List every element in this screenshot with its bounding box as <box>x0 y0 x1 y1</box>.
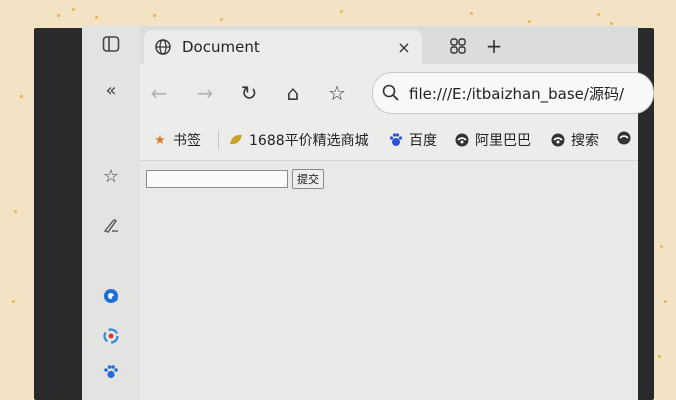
favorite-item-search[interactable]: 搜索 <box>550 130 599 150</box>
1688-icon <box>228 132 244 148</box>
favorite-item-alibaba[interactable]: 阿里巴巴 <box>454 130 531 150</box>
tab-actions-icon[interactable] <box>446 34 470 58</box>
paw-app-icon[interactable] <box>82 358 140 386</box>
navigation-toolbar: ← → ↻ ⌂ ☆ file:///E:/itbaizhan_base/源码/ <box>140 64 654 120</box>
forward-button[interactable]: → <box>192 80 218 106</box>
new-tab-button[interactable]: + <box>482 34 506 58</box>
search-engine-icon <box>550 132 566 148</box>
q-app-icon[interactable] <box>82 282 140 310</box>
alibaba-icon <box>454 132 470 148</box>
back-button[interactable]: ← <box>146 80 172 106</box>
globe-icon <box>155 39 171 55</box>
page-content: 提交 <box>140 161 638 400</box>
submit-button[interactable]: 提交 <box>292 169 324 189</box>
favorites-divider <box>218 130 219 150</box>
favorite-item-more[interactable] <box>616 130 637 146</box>
close-tab-icon[interactable]: × <box>392 38 416 57</box>
home-button[interactable]: ⌂ <box>280 80 306 106</box>
pen-icon[interactable] <box>82 212 140 240</box>
tab-title: Document <box>182 38 260 56</box>
browser-sidebar: « ☆ <box>82 26 141 400</box>
collapse-icon[interactable]: « <box>82 76 140 104</box>
star-icon: ★ <box>154 132 166 148</box>
favorite-item-baidu[interactable]: 百度 <box>388 130 437 150</box>
text-input[interactable] <box>146 170 288 188</box>
favorite-item-bookmarks[interactable]: ★ 书签 <box>152 130 201 150</box>
panel-icon[interactable] <box>82 30 140 58</box>
search-icon <box>382 84 399 101</box>
circle-app-icon[interactable] <box>82 322 140 350</box>
address-url: file:///E:/itbaizhan_base/源码/ <box>409 84 625 103</box>
tab-document[interactable]: Document × <box>144 30 422 64</box>
address-bar[interactable]: file:///E:/itbaizhan_base/源码/ <box>372 72 654 114</box>
refresh-button[interactable]: ↻ <box>236 80 262 106</box>
favorite-item-1688[interactable]: 1688平价精选商城 <box>228 130 369 150</box>
add-favorite-button[interactable]: ☆ <box>324 80 350 106</box>
alibaba-icon <box>616 130 632 146</box>
favorites-icon[interactable]: ☆ <box>82 162 140 190</box>
tab-strip: Document × + <box>140 26 638 64</box>
baidu-icon <box>388 132 404 148</box>
favorites-bar: ★ 书签 1688平价精选商城 百度 阿里巴巴 搜索 <box>140 120 638 161</box>
